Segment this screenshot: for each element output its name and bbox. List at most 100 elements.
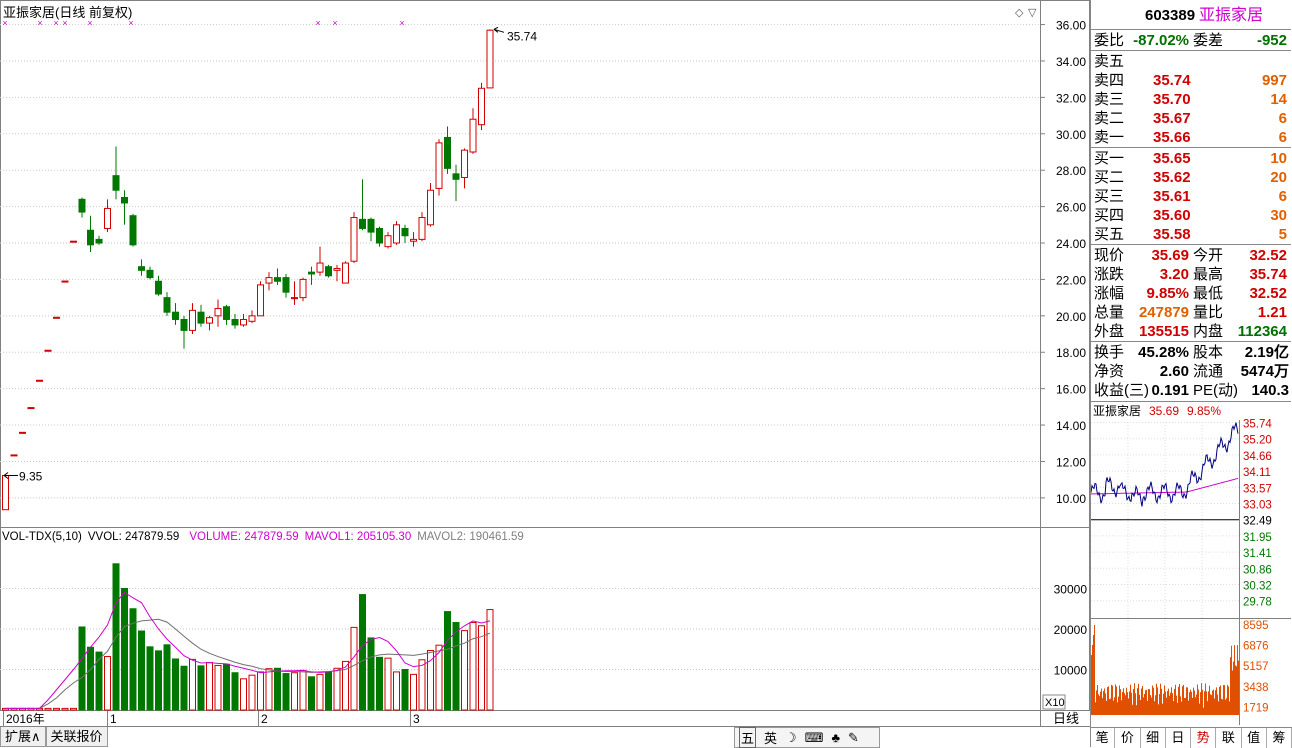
chart-title: 亚振家居(日线 前复权) bbox=[3, 5, 132, 20]
view-tab[interactable]: 值 bbox=[1242, 728, 1267, 748]
view-tab[interactable]: 势 bbox=[1191, 728, 1217, 748]
candle bbox=[129, 213, 137, 247]
volume-bar bbox=[231, 672, 239, 711]
candle bbox=[172, 303, 179, 325]
ask-label: 卖二 bbox=[1094, 110, 1125, 127]
date-tick-label: 2 bbox=[261, 712, 268, 726]
volume-bar bbox=[316, 673, 324, 711]
volume-bar bbox=[291, 672, 298, 711]
ask-row: 卖二 35.67 6 bbox=[1091, 109, 1291, 128]
fundamental-value: 2.60 bbox=[1159, 363, 1189, 380]
ask-label: 卖四 bbox=[1094, 72, 1125, 89]
volume-tick-label: 10000 bbox=[1054, 664, 1088, 678]
price-tick-label: 14.00 bbox=[1056, 419, 1086, 433]
vol-indicator-name: VOL-TDX(5,10) bbox=[2, 531, 82, 543]
view-tab[interactable]: 联 bbox=[1216, 728, 1242, 748]
bid-row: 买四 35.60 30 bbox=[1091, 206, 1291, 225]
high-label: 35.74 bbox=[507, 29, 537, 43]
mini-price-tick: 31.41 bbox=[1243, 548, 1272, 560]
event-marker[interactable]: × bbox=[399, 18, 404, 28]
candle bbox=[121, 190, 128, 225]
event-marker[interactable]: × bbox=[315, 18, 320, 28]
candle bbox=[478, 82, 485, 131]
event-marker[interactable]: × bbox=[37, 18, 42, 28]
expand-tab[interactable]: 扩展∧ bbox=[0, 727, 46, 747]
bid-volume: 10 bbox=[1270, 150, 1287, 167]
ask-volume: 6 bbox=[1278, 110, 1287, 127]
ime-tool-icon[interactable]: ✎ bbox=[848, 730, 859, 746]
view-tab[interactable]: 筹 bbox=[1267, 728, 1292, 748]
ask-price: 35.67 bbox=[1153, 110, 1191, 127]
event-marker[interactable]: × bbox=[62, 18, 67, 28]
view-tab[interactable]: 价 bbox=[1115, 728, 1141, 748]
candle bbox=[299, 277, 307, 302]
candle bbox=[376, 226, 383, 247]
volume-bar bbox=[427, 649, 434, 711]
kline-chart[interactable]: 36.00 34.00 32.00 30.00 28.00 26.00 24.00 22.00… bbox=[0, 0, 1090, 727]
candle bbox=[291, 281, 298, 305]
stock-name: 亚振家居 bbox=[1199, 7, 1264, 24]
bid-label: 买二 bbox=[1094, 169, 1125, 186]
candle bbox=[265, 272, 273, 291]
menu-down-icon[interactable]: ▽ bbox=[1028, 7, 1037, 19]
bid-label: 买三 bbox=[1094, 188, 1125, 205]
view-tab[interactable]: 细 bbox=[1141, 728, 1166, 748]
ask-row: 卖一 35.66 6 bbox=[1091, 128, 1291, 147]
date-tick-label: 3 bbox=[413, 712, 420, 726]
period-label[interactable]: 日线 bbox=[1053, 711, 1079, 726]
ime-moon-icon[interactable]: ☽ bbox=[785, 730, 797, 746]
bid-row: 买一 35.65 10 bbox=[1091, 149, 1291, 168]
price-tick-label: 28.00 bbox=[1056, 164, 1086, 178]
event-marker[interactable]: × bbox=[53, 18, 58, 28]
ask-price: 35.74 bbox=[1153, 72, 1191, 89]
fundamental-label: 收益(三) bbox=[1094, 382, 1149, 399]
weibi-value: -87.02% bbox=[1133, 32, 1189, 49]
related-quotes-tab[interactable]: 关联报价 bbox=[45, 727, 108, 747]
volume-bar bbox=[61, 707, 69, 711]
candle bbox=[27, 407, 35, 410]
mini-price-tick: 32.49 bbox=[1243, 516, 1272, 528]
ask-label: 卖五 bbox=[1094, 53, 1125, 70]
view-tab[interactable]: 日 bbox=[1166, 728, 1191, 748]
event-marker[interactable]: × bbox=[128, 18, 133, 28]
candle bbox=[393, 221, 400, 245]
mini-volume-tick: 8595 bbox=[1243, 620, 1269, 632]
volume-bar bbox=[444, 611, 451, 711]
date-tick-label: 1 bbox=[110, 712, 117, 726]
event-marker[interactable]: × bbox=[2, 18, 7, 28]
stat-value: 3.20 bbox=[1159, 266, 1189, 283]
candle bbox=[2, 474, 9, 511]
ime-toolbar[interactable]: 五 英 ☽ ⌨ ♣ ✎ bbox=[734, 727, 880, 748]
ask-price: 35.70 bbox=[1153, 91, 1191, 108]
price-tick-label: 16.00 bbox=[1056, 383, 1086, 397]
volume-value: VOLUME: 247879.59 bbox=[189, 531, 298, 543]
view-tab[interactable]: 笔 bbox=[1090, 728, 1116, 748]
ask-volume: 6 bbox=[1278, 129, 1287, 146]
volume-bar bbox=[452, 622, 460, 711]
mini-price-tick: 35.20 bbox=[1243, 435, 1272, 447]
stat-value: 112364 bbox=[1237, 323, 1287, 340]
candle bbox=[112, 146, 120, 200]
candle bbox=[401, 224, 409, 244]
stat-label: 涨跌 bbox=[1094, 266, 1125, 283]
fundamental-label: 股本 bbox=[1193, 344, 1224, 361]
ime-mode-icon[interactable]: 五 bbox=[739, 727, 757, 748]
event-marker[interactable]: × bbox=[87, 18, 92, 28]
volume-bar bbox=[265, 668, 273, 711]
ime-skin-icon[interactable]: ♣ bbox=[831, 730, 840, 745]
bid-price: 35.62 bbox=[1153, 169, 1191, 186]
volume-bar bbox=[214, 664, 222, 711]
intraday-mini-chart[interactable]: 亚振家居 35.69 9.85% 35.74 35.20 34.66 34.11 33.57 3… bbox=[1091, 402, 1291, 725]
diamond-icon[interactable]: ◇ bbox=[1015, 7, 1024, 19]
volume-bar bbox=[401, 669, 409, 711]
candle bbox=[214, 299, 222, 327]
volume-bar bbox=[172, 658, 179, 711]
ime-lang-icon[interactable]: 英 bbox=[764, 728, 777, 747]
ime-keyboard-icon[interactable]: ⌨ bbox=[805, 730, 824, 746]
event-marker[interactable]: × bbox=[332, 18, 337, 28]
volume-bar bbox=[70, 707, 77, 711]
volume-bar bbox=[180, 665, 188, 711]
volume-bar bbox=[299, 670, 307, 711]
weibi-label: 委比 bbox=[1094, 32, 1125, 49]
candle bbox=[70, 240, 77, 243]
